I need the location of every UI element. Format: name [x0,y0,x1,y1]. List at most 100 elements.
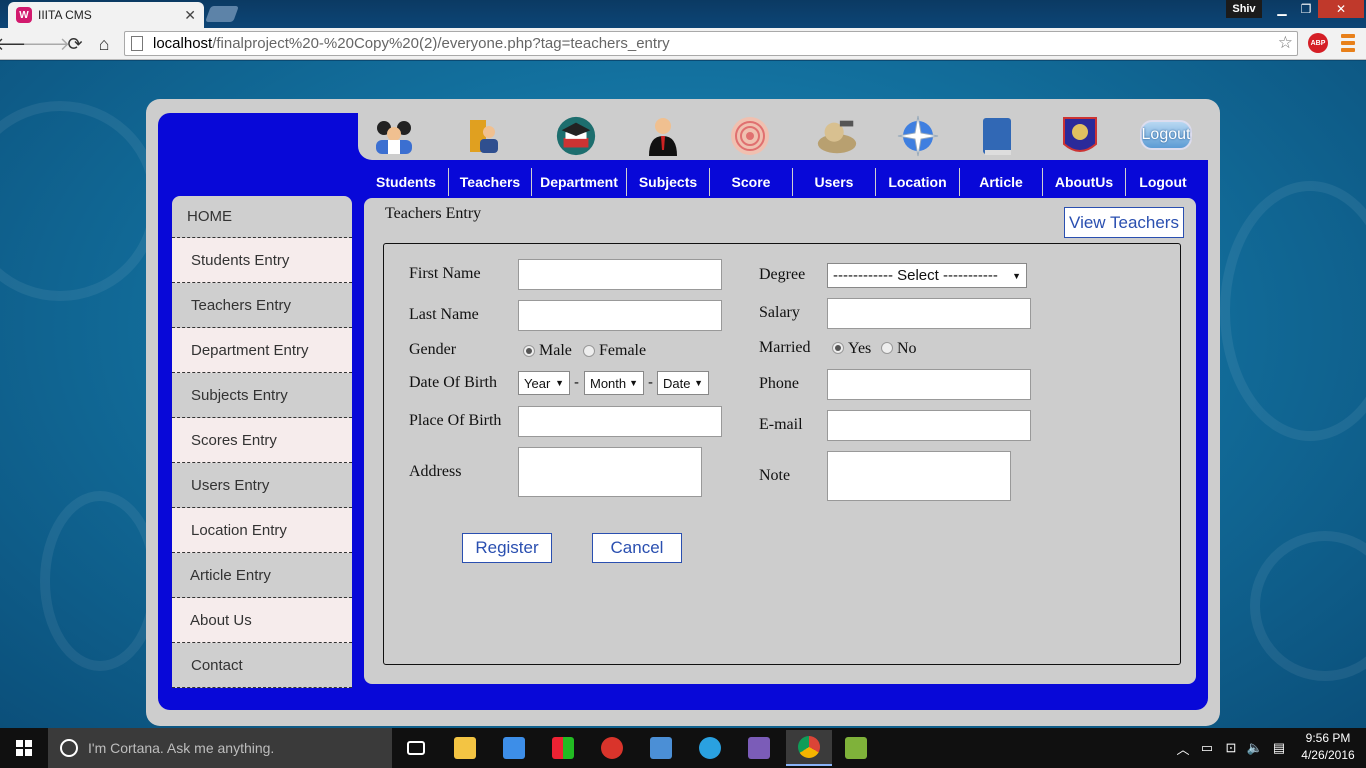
system-clock[interactable]: 9:56 PM 4/26/2016 [1296,730,1360,764]
photo-app-icon[interactable] [840,732,872,764]
chrome-icon[interactable] [786,730,832,766]
gender-male-radio[interactable] [523,345,535,357]
nav-location[interactable]: Location [875,168,959,196]
windows-taskbar: I'm Cortana. Ask me anything. ︿ ▭ ⊡ 🔈 ▤ … [0,728,1366,768]
location-icon[interactable] [896,114,940,158]
pocketcasts-icon[interactable] [596,732,628,764]
sidebar-item-subjects-entry[interactable]: Subjects Entry [172,373,352,418]
page-title: Teachers Entry [385,205,482,222]
last-name-label: Last Name [409,306,479,323]
forward-icon[interactable]: 🡒 [22,32,70,56]
sidebar-item-article-entry[interactable]: Article Entry [172,553,352,598]
chevron-down-icon: ▼ [1012,270,1021,281]
network-icon[interactable]: ⊡ [1222,728,1240,768]
browser-tab[interactable]: W IIITA CMS ✕ [8,2,204,28]
store-icon[interactable] [547,732,579,764]
profile-button[interactable]: Shiv [1226,0,1262,18]
show-hidden-icons-icon[interactable]: ︿ [1174,728,1192,768]
media-player-icon[interactable] [498,732,530,764]
nav-score[interactable]: Score [709,168,792,196]
cortana-search-box[interactable]: I'm Cortana. Ask me anything. [48,728,392,768]
home-icon[interactable]: ⌂ [92,32,116,56]
adblock-icon[interactable]: ABP [1308,33,1328,53]
nav-subjects[interactable]: Subjects [626,168,709,196]
control-panel-icon[interactable] [645,732,677,764]
place-of-birth-field[interactable] [518,406,722,437]
nav-department[interactable]: Department [531,168,626,196]
minimize-button[interactable]: ▁ [1270,0,1294,18]
task-view-icon[interactable] [400,732,432,764]
nav-students[interactable]: Students [364,168,448,196]
battery-icon[interactable]: ▭ [1198,728,1216,768]
degree-select[interactable]: ------------ Select ----------- ▼ [827,263,1027,288]
article-icon[interactable] [975,114,1019,158]
bookmark-star-icon[interactable]: ☆ [1278,33,1293,53]
subjects-icon[interactable] [641,114,685,158]
nav-teachers[interactable]: Teachers [448,168,531,196]
background-swirl [40,491,160,671]
close-window-button[interactable]: ✕ [1318,0,1364,18]
chevron-down-icon: ▼ [629,378,638,388]
browser-menu-icon[interactable] [1341,34,1355,52]
sidebar-item-users-entry[interactable]: Users Entry [172,463,352,508]
address-textarea[interactable] [518,447,702,497]
background-swirl [0,101,160,301]
notifications-icon[interactable]: ▤ [1270,728,1288,768]
tab-close-icon[interactable]: ✕ [184,7,196,24]
file-explorer-icon[interactable] [449,732,481,764]
register-button[interactable]: Register [462,533,552,563]
students-icon[interactable] [372,114,416,158]
chevron-down-icon: ▼ [694,378,703,388]
chevron-down-icon: ▼ [555,378,564,388]
background-swirl [1250,531,1366,681]
start-button[interactable] [0,728,48,768]
address-bar[interactable]: localhost /finalproject%20-%20Copy%20(2)… [124,31,1298,56]
dob-date-select[interactable]: Date ▼ [657,371,709,395]
nav-article[interactable]: Article [959,168,1042,196]
sidebar-item-department-entry[interactable]: Department Entry [172,328,352,373]
nav-logout[interactable]: Logout [1125,168,1200,196]
cancel-button[interactable]: Cancel [592,533,682,563]
sidebar-item-contact[interactable]: Contact [172,643,352,688]
phone-field[interactable] [827,369,1031,400]
visual-studio-icon[interactable] [743,732,775,764]
dob-date-value: Date [663,375,691,391]
nav-users[interactable]: Users [792,168,875,196]
sidebar-item-scores-entry[interactable]: Scores Entry [172,418,352,463]
married-no-radio[interactable] [881,342,893,354]
email-field[interactable] [827,410,1031,441]
volume-icon[interactable]: 🔈 [1246,728,1264,768]
internet-explorer-icon[interactable] [694,732,726,764]
married-yes-radio[interactable] [832,342,844,354]
first-name-field[interactable] [518,259,722,290]
gender-female-radio[interactable] [583,345,595,357]
browser-toolbar: 🡐 🡒 ⟳ ⌂ localhost /finalproject%20-%20Co… [0,28,1366,60]
view-teachers-button[interactable]: View Teachers [1064,207,1184,238]
sidebar-item-about-us[interactable]: About Us [172,598,352,643]
score-icon[interactable] [728,114,772,158]
maximize-button[interactable]: ❐ [1294,0,1318,18]
sidebar-item-location-entry[interactable]: Location Entry [172,508,352,553]
reload-icon[interactable]: ⟳ [63,32,87,56]
teachers-icon[interactable] [462,114,506,158]
note-textarea[interactable] [827,451,1011,501]
logout-icon-button[interactable]: Logout [1140,120,1192,150]
aboutus-icon[interactable] [1058,114,1102,158]
department-icon[interactable] [554,114,598,158]
new-tab-button[interactable] [205,6,239,22]
nav-aboutus[interactable]: AboutUs [1042,168,1125,196]
main-navbar: Students Teachers Department Subjects Sc… [364,168,1200,196]
site-favicon: W [16,7,32,23]
tab-title: IIITA CMS [38,8,92,22]
salary-field[interactable] [827,298,1031,329]
sidebar-item-students-entry[interactable]: Students Entry [172,238,352,283]
dob-month-select[interactable]: Month ▼ [584,371,644,395]
users-icon[interactable] [815,114,859,158]
note-label: Note [759,467,791,484]
place-of-birth-label: Place Of Birth [409,412,502,429]
sidebar-item-teachers-entry[interactable]: Teachers Entry [172,283,352,328]
sidebar-item-home[interactable]: HOME [172,196,352,238]
dob-year-select[interactable]: Year ▼ [518,371,570,395]
address-label: Address [409,463,462,480]
last-name-field[interactable] [518,300,722,331]
